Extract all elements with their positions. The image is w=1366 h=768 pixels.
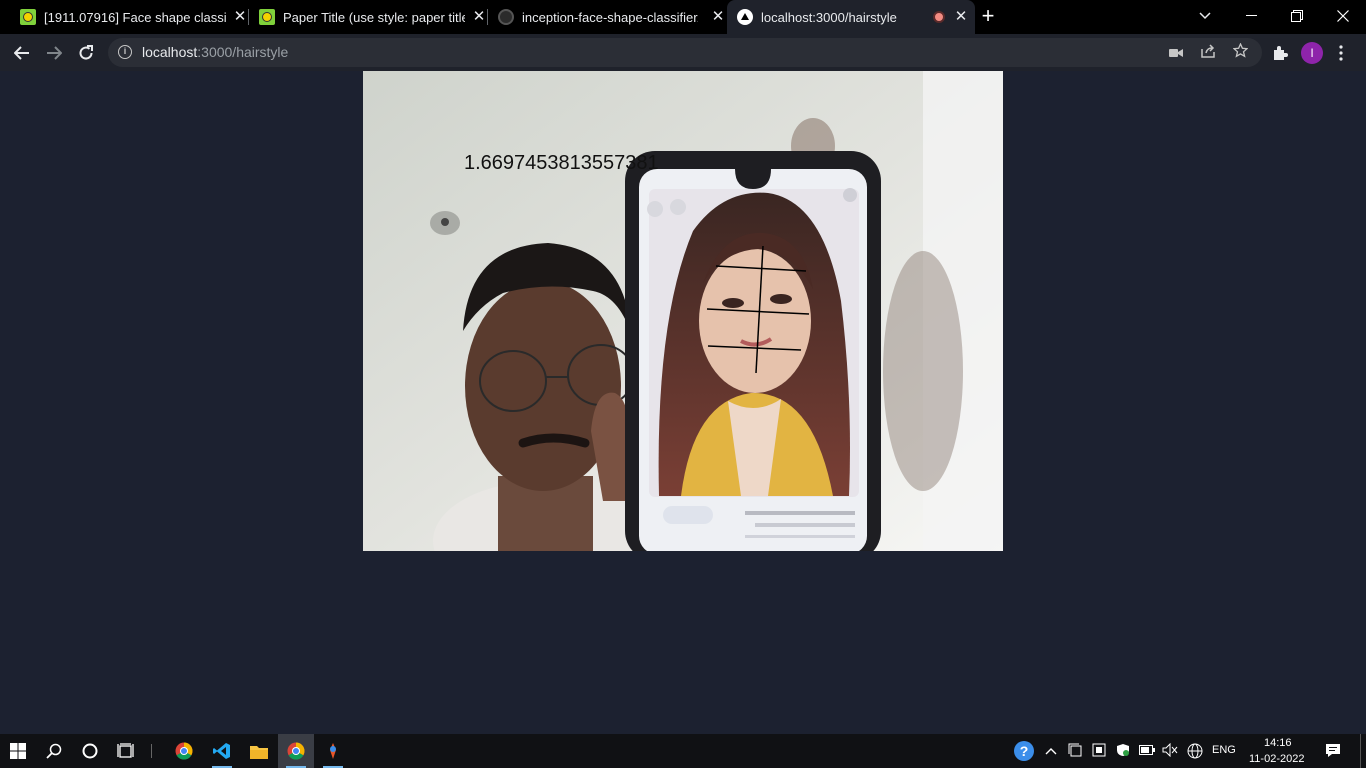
url-host: localhost [142, 44, 198, 60]
vscode-icon [213, 743, 230, 759]
menu-button[interactable] [1327, 39, 1355, 67]
recording-icon [933, 11, 945, 23]
cortana-button[interactable] [72, 734, 108, 768]
profile-avatar[interactable]: I [1301, 42, 1323, 64]
tab-face-shape-paper[interactable]: [1911.07916] Face shape classific ✕ [12, 0, 254, 34]
tab-search-button[interactable] [1182, 0, 1228, 32]
security-shield-icon[interactable] [1115, 743, 1131, 759]
restore-icon [1291, 10, 1303, 22]
github-icon [498, 9, 514, 25]
input-language[interactable]: ENG [1212, 744, 1236, 756]
folder-icon [250, 745, 268, 759]
chevron-down-icon [1199, 12, 1211, 20]
chrome-icon [175, 742, 193, 760]
app-tray-icon[interactable] [1091, 743, 1107, 759]
restore-button[interactable] [1274, 0, 1320, 32]
url-text: localhost:3000/hairstyle [142, 44, 288, 60]
webcam-canvas: 1.6697453813557381 [363, 71, 1003, 551]
tab-github-repo[interactable]: inception-face-shape-classifier/fc ✕ [490, 0, 732, 34]
close-tab-icon[interactable]: ✕ [953, 9, 969, 25]
face-ratio-score: 1.6697453813557381 [464, 152, 659, 174]
chevron-up-icon [1045, 748, 1057, 755]
chrome-icon [287, 742, 305, 760]
info-icon[interactable]: i [118, 45, 132, 59]
triangle-logo-icon [737, 9, 753, 25]
tab-title: Paper Title (use style: paper title) [283, 9, 465, 25]
url-path: :3000/hairstyle [197, 44, 289, 60]
smiley-icon [259, 9, 275, 25]
close-window-button[interactable] [1320, 0, 1366, 32]
new-tab-button[interactable]: + [976, 4, 1000, 28]
battery-icon[interactable] [1139, 743, 1155, 759]
back-button[interactable] [8, 39, 36, 67]
close-tab-icon[interactable]: ✕ [232, 9, 248, 25]
copy-icon[interactable] [1067, 743, 1083, 759]
task-view-button[interactable] [108, 734, 144, 768]
smiley-icon [20, 9, 36, 25]
tab-title: [1911.07916] Face shape classific [44, 9, 226, 25]
taskbar-vscode[interactable] [204, 734, 240, 768]
webcam-image [363, 71, 1003, 551]
taskbar-app-red[interactable] [315, 734, 351, 768]
tab-divider [487, 9, 488, 25]
notifications-icon[interactable] [1325, 743, 1341, 759]
volume-muted-icon[interactable] [1162, 742, 1178, 759]
taskbar-chrome-active[interactable] [278, 734, 314, 768]
help-icon[interactable]: ? [1014, 741, 1034, 761]
extensions-button[interactable] [1266, 39, 1294, 67]
search-icon [46, 743, 62, 759]
browser-toolbar: i localhost:3000/hairstyle I [0, 34, 1366, 71]
reload-icon [79, 45, 93, 60]
forward-button[interactable] [40, 39, 68, 67]
search-button[interactable] [36, 734, 72, 768]
more-vertical-icon [1339, 45, 1343, 61]
app-icon [330, 743, 336, 759]
tab-paper-title[interactable]: Paper Title (use style: paper title) ✕ [251, 0, 493, 34]
tab-title: inception-face-shape-classifier/fc [522, 9, 698, 25]
close-tab-icon[interactable]: ✕ [710, 9, 726, 25]
cortana-circle-icon [82, 743, 98, 759]
address-bar[interactable]: i localhost:3000/hairstyle [108, 38, 1262, 67]
close-tab-icon[interactable]: ✕ [471, 9, 487, 25]
taskbar-file-explorer[interactable] [241, 734, 277, 768]
tab-title: localhost:3000/hairstyle [761, 9, 897, 25]
minimize-button[interactable] [1228, 0, 1274, 32]
arrow-left-icon [14, 46, 29, 60]
bookmark-star-icon[interactable] [1230, 42, 1250, 63]
clock-date[interactable]: 11-02-2022 [1249, 753, 1304, 765]
task-view-icon [117, 743, 134, 758]
camera-icon[interactable] [1166, 43, 1186, 63]
windows-taskbar: ? ENG 14:16 11-02-2022 [0, 734, 1366, 768]
arrow-right-icon [47, 46, 62, 60]
taskbar-chrome[interactable] [166, 734, 202, 768]
close-icon [1337, 10, 1349, 22]
windows-logo-icon [10, 743, 26, 759]
minimize-icon [1245, 15, 1257, 16]
tab-hairstyle-active[interactable]: localhost:3000/hairstyle ✕ [727, 0, 975, 34]
show-desktop-button[interactable] [1360, 734, 1361, 768]
clock-time[interactable]: 14:16 [1264, 737, 1292, 749]
taskbar-divider [151, 744, 152, 758]
start-button[interactable] [0, 734, 36, 768]
network-globe-icon[interactable] [1187, 743, 1203, 759]
reload-button[interactable] [72, 39, 100, 67]
show-hidden-icons-button[interactable] [1043, 743, 1059, 759]
puzzle-icon [1274, 46, 1288, 60]
tab-divider [248, 9, 249, 25]
share-icon[interactable] [1198, 43, 1218, 63]
tab-strip: [1911.07916] Face shape classific ✕ Pape… [0, 0, 1366, 34]
